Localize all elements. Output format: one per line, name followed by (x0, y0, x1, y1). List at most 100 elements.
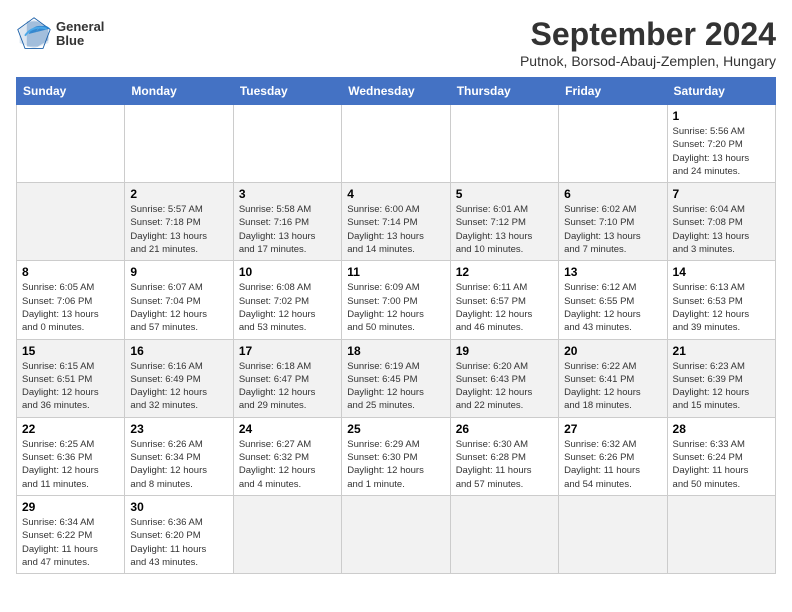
calendar-cell (17, 183, 125, 261)
day-number: 4 (347, 187, 444, 201)
logo-line2: Blue (56, 34, 104, 48)
day-number: 14 (673, 265, 770, 279)
calendar-title: September 2024 (520, 16, 776, 53)
calendar-cell: 1 Sunrise: 5:56 AMSunset: 7:20 PMDaylight… (667, 105, 775, 183)
header-friday: Friday (559, 78, 667, 105)
day-number: 11 (347, 265, 444, 279)
calendar-cell: 17 Sunrise: 6:18 AMSunset: 6:47 PMDayligh… (233, 339, 341, 417)
day-number: 5 (456, 187, 553, 201)
calendar-week-2: 8Sunrise: 6:05 AMSunset: 7:06 PMDaylight… (17, 261, 776, 339)
day-info: Sunrise: 6:36 AMSunset: 6:20 PMDaylight:… (130, 517, 206, 568)
day-number: 22 (22, 422, 119, 436)
day-info: Sunrise: 6:01 AMSunset: 7:12 PMDaylight:… (456, 204, 533, 255)
day-info: Sunrise: 5:57 AMSunset: 7:18 PMDaylight:… (130, 204, 207, 255)
logo-icon (16, 16, 52, 52)
page-header: General Blue September 2024 Putnok, Bors… (16, 16, 776, 69)
calendar-cell: 29Sunrise: 6:34 AMSunset: 6:22 PMDayligh… (17, 495, 125, 573)
calendar-cell (450, 105, 558, 183)
calendar-cell: 16Sunrise: 6:16 AMSunset: 6:49 PMDayligh… (125, 339, 233, 417)
day-number: 7 (673, 187, 770, 201)
calendar-week-3: 15 Sunrise: 6:15 AMSunset: 6:51 PMDayligh… (17, 339, 776, 417)
calendar-cell: 23Sunrise: 6:26 AMSunset: 6:34 PMDayligh… (125, 417, 233, 495)
day-info: Sunrise: 6:23 AMSunset: 6:39 PMDaylight:… (673, 361, 750, 412)
day-info: Sunrise: 6:13 AMSunset: 6:53 PMDaylight:… (673, 282, 750, 333)
day-number: 23 (130, 422, 227, 436)
calendar-week-5: 29Sunrise: 6:34 AMSunset: 6:22 PMDayligh… (17, 495, 776, 573)
day-number: 24 (239, 422, 336, 436)
day-number: 30 (130, 500, 227, 514)
calendar-cell: 4Sunrise: 6:00 AMSunset: 7:14 PMDaylight… (342, 183, 450, 261)
logo-text: General Blue (56, 20, 104, 49)
day-number: 9 (130, 265, 227, 279)
day-number: 27 (564, 422, 661, 436)
header-wednesday: Wednesday (342, 78, 450, 105)
calendar-cell: 8Sunrise: 6:05 AMSunset: 7:06 PMDaylight… (17, 261, 125, 339)
calendar-cell (342, 105, 450, 183)
day-info: Sunrise: 6:25 AMSunset: 6:36 PMDaylight:… (22, 439, 99, 490)
day-info: Sunrise: 6:09 AMSunset: 7:00 PMDaylight:… (347, 282, 424, 333)
calendar-cell: 6Sunrise: 6:02 AMSunset: 7:10 PMDaylight… (559, 183, 667, 261)
calendar-cell: 18Sunrise: 6:19 AMSunset: 6:45 PMDayligh… (342, 339, 450, 417)
day-info: Sunrise: 6:19 AMSunset: 6:45 PMDaylight:… (347, 361, 424, 412)
day-info: Sunrise: 6:16 AMSunset: 6:49 PMDaylight:… (130, 361, 207, 412)
day-number: 12 (456, 265, 553, 279)
calendar-cell: 30 Sunrise: 6:36 AMSunset: 6:20 PMDayligh… (125, 495, 233, 573)
calendar-cell: 14 Sunrise: 6:13 AMSunset: 6:53 PMDayligh… (667, 261, 775, 339)
day-info: Sunrise: 6:18 AMSunset: 6:47 PMDaylight:… (239, 361, 316, 412)
calendar-cell: 25Sunrise: 6:29 AMSunset: 6:30 PMDayligh… (342, 417, 450, 495)
days-header-row: Sunday Monday Tuesday Wednesday Thursday… (17, 78, 776, 105)
day-info: Sunrise: 6:32 AMSunset: 6:26 PMDaylight:… (564, 439, 640, 490)
day-number: 15 (22, 344, 119, 358)
calendar-week-1: 2 Sunrise: 5:57 AMSunset: 7:18 PMDaylight… (17, 183, 776, 261)
calendar-cell (450, 495, 558, 573)
day-number: 28 (673, 422, 770, 436)
day-info: Sunrise: 6:20 AMSunset: 6:43 PMDaylight:… (456, 361, 533, 412)
day-info: Sunrise: 5:56 AMSunset: 7:20 PMDaylight:… (673, 126, 750, 177)
title-block: September 2024 Putnok, Borsod-Abauj-Zemp… (520, 16, 776, 69)
calendar-cell (17, 105, 125, 183)
day-info: Sunrise: 5:58 AMSunset: 7:16 PMDaylight:… (239, 204, 316, 255)
header-tuesday: Tuesday (233, 78, 341, 105)
day-info: Sunrise: 6:33 AMSunset: 6:24 PMDaylight:… (673, 439, 749, 490)
day-info: Sunrise: 6:34 AMSunset: 6:22 PMDaylight:… (22, 517, 98, 568)
calendar-week-0: 1 Sunrise: 5:56 AMSunset: 7:20 PMDaylight… (17, 105, 776, 183)
day-info: Sunrise: 6:07 AMSunset: 7:04 PMDaylight:… (130, 282, 207, 333)
day-info: Sunrise: 6:30 AMSunset: 6:28 PMDaylight:… (456, 439, 532, 490)
calendar-cell: 3 Sunrise: 5:58 AMSunset: 7:16 PMDaylight… (233, 183, 341, 261)
day-number: 2 (130, 187, 227, 201)
day-info: Sunrise: 6:29 AMSunset: 6:30 PMDaylight:… (347, 439, 424, 490)
calendar-cell (125, 105, 233, 183)
calendar-cell (559, 495, 667, 573)
calendar-cell (667, 495, 775, 573)
calendar-cell (233, 105, 341, 183)
day-number: 3 (239, 187, 336, 201)
day-info: Sunrise: 6:15 AMSunset: 6:51 PMDaylight:… (22, 361, 99, 412)
header-sunday: Sunday (17, 78, 125, 105)
day-number: 19 (456, 344, 553, 358)
day-number: 13 (564, 265, 661, 279)
header-saturday: Saturday (667, 78, 775, 105)
calendar-cell: 22 Sunrise: 6:25 AMSunset: 6:36 PMDayligh… (17, 417, 125, 495)
logo: General Blue (16, 16, 104, 52)
day-number: 1 (673, 109, 770, 123)
calendar-cell: 28 Sunrise: 6:33 AMSunset: 6:24 PMDayligh… (667, 417, 775, 495)
calendar-cell: 7 Sunrise: 6:04 AMSunset: 7:08 PMDaylight… (667, 183, 775, 261)
calendar-cell: 9 Sunrise: 6:07 AMSunset: 7:04 PMDaylight… (125, 261, 233, 339)
logo-line1: General (56, 20, 104, 34)
day-info: Sunrise: 6:11 AMSunset: 6:57 PMDaylight:… (456, 282, 533, 333)
day-info: Sunrise: 6:02 AMSunset: 7:10 PMDaylight:… (564, 204, 641, 255)
calendar-table: Sunday Monday Tuesday Wednesday Thursday… (16, 77, 776, 574)
calendar-cell: 10Sunrise: 6:08 AMSunset: 7:02 PMDayligh… (233, 261, 341, 339)
calendar-cell (233, 495, 341, 573)
day-number: 17 (239, 344, 336, 358)
day-number: 20 (564, 344, 661, 358)
calendar-cell: 11 Sunrise: 6:09 AMSunset: 7:00 PMDayligh… (342, 261, 450, 339)
calendar-cell: 15 Sunrise: 6:15 AMSunset: 6:51 PMDayligh… (17, 339, 125, 417)
day-info: Sunrise: 6:04 AMSunset: 7:08 PMDaylight:… (673, 204, 750, 255)
header-monday: Monday (125, 78, 233, 105)
day-info: Sunrise: 6:12 AMSunset: 6:55 PMDaylight:… (564, 282, 641, 333)
day-info: Sunrise: 6:05 AMSunset: 7:06 PMDaylight:… (22, 282, 99, 333)
calendar-cell: 2 Sunrise: 5:57 AMSunset: 7:18 PMDaylight… (125, 183, 233, 261)
header-thursday: Thursday (450, 78, 558, 105)
day-info: Sunrise: 6:27 AMSunset: 6:32 PMDaylight:… (239, 439, 316, 490)
